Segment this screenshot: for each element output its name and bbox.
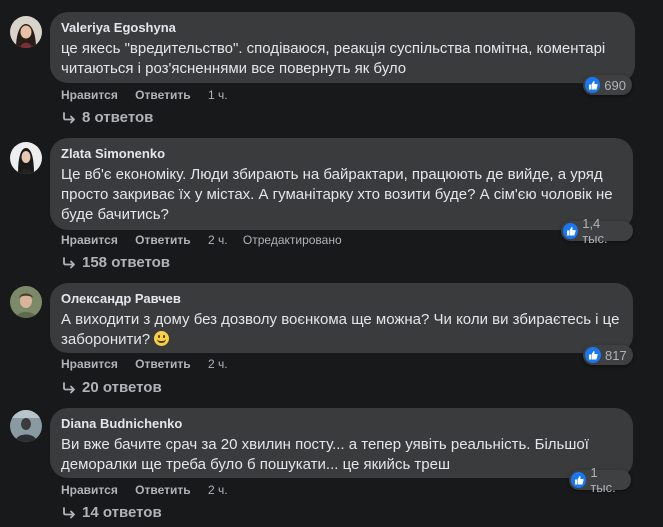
smiley-emoji-icon — [154, 331, 170, 346]
thumbs-up-icon — [585, 347, 601, 363]
comment-actions: Нравится Ответить 2 ч. — [61, 356, 240, 372]
reply-arrow-icon — [63, 507, 75, 519]
timestamp[interactable]: 1 ч. — [208, 88, 228, 102]
comment-actions: Нравится Ответить 1 ч. — [61, 87, 240, 103]
reaction-count[interactable]: 1,4 тыс. — [561, 216, 633, 246]
reaction-count[interactable]: 817 — [583, 345, 633, 365]
comment-text: це якесь "вредительство". сподіваюся, ре… — [61, 40, 606, 77]
avatar-oleksandr[interactable] — [10, 286, 42, 318]
comment-bubble: Diana Budnichenko Ви вже бачите срач за … — [50, 408, 633, 478]
thumbs-up-icon — [585, 77, 601, 93]
like-button[interactable]: Нравится — [61, 357, 118, 371]
reply-arrow-icon — [63, 257, 75, 269]
reply-arrow-icon — [63, 382, 75, 394]
thumbs-up-icon — [563, 223, 579, 239]
comment-author[interactable]: Valeriya Egoshyna — [61, 20, 623, 36]
comment-text: А виходити з дому без дозволу воєнкома щ… — [61, 311, 620, 348]
thumbs-up-icon — [571, 472, 587, 488]
comment-text: Ви вже бачите срач за 20 хвилин посту...… — [61, 436, 589, 473]
comment-author[interactable]: Олександр Равчев — [61, 291, 621, 307]
like-button[interactable]: Нравится — [61, 88, 118, 102]
view-replies-button[interactable]: 8 ответов — [62, 108, 153, 128]
reply-button[interactable]: Ответить — [135, 233, 190, 247]
view-replies-button[interactable]: 20 ответов — [62, 378, 162, 398]
avatar-valeriya[interactable] — [10, 16, 42, 48]
comment-actions: Нравится Ответить 2 ч. Отредактировано — [61, 232, 342, 248]
timestamp[interactable]: 2 ч. — [208, 233, 228, 247]
reply-button[interactable]: Ответить — [135, 483, 190, 497]
comment-actions: Нравится Ответить 2 ч. — [61, 482, 240, 498]
timestamp[interactable]: 2 ч. — [208, 357, 228, 371]
avatar-diana[interactable] — [10, 410, 42, 442]
comment-text: Це вб'є економіку. Люди збирають на байр… — [61, 166, 613, 223]
edited-label: Отредактировано — [242, 233, 342, 247]
timestamp[interactable]: 2 ч. — [208, 483, 228, 497]
comment-bubble: Valeriya Egoshyna це якесь "вредительств… — [50, 12, 635, 83]
reaction-count[interactable]: 1 тыс. — [569, 465, 631, 495]
like-button[interactable]: Нравится — [61, 233, 118, 247]
reply-button[interactable]: Ответить — [135, 88, 190, 102]
comment-author[interactable]: Diana Budnichenko — [61, 416, 621, 432]
view-replies-button[interactable]: 158 ответов — [62, 253, 170, 273]
reaction-count[interactable]: 690 — [583, 75, 632, 95]
comment-author[interactable]: Zlata Simonenko — [61, 146, 621, 162]
avatar-zlata[interactable] — [10, 142, 42, 174]
like-button[interactable]: Нравится — [61, 483, 118, 497]
comment-bubble: Zlata Simonenko Це вб'є економіку. Люди … — [50, 138, 633, 230]
view-replies-button[interactable]: 14 ответов — [62, 503, 162, 523]
comment-bubble: Олександр Равчев А виходити з дому без д… — [50, 283, 633, 353]
reply-arrow-icon — [63, 112, 75, 124]
reply-button[interactable]: Ответить — [135, 357, 190, 371]
